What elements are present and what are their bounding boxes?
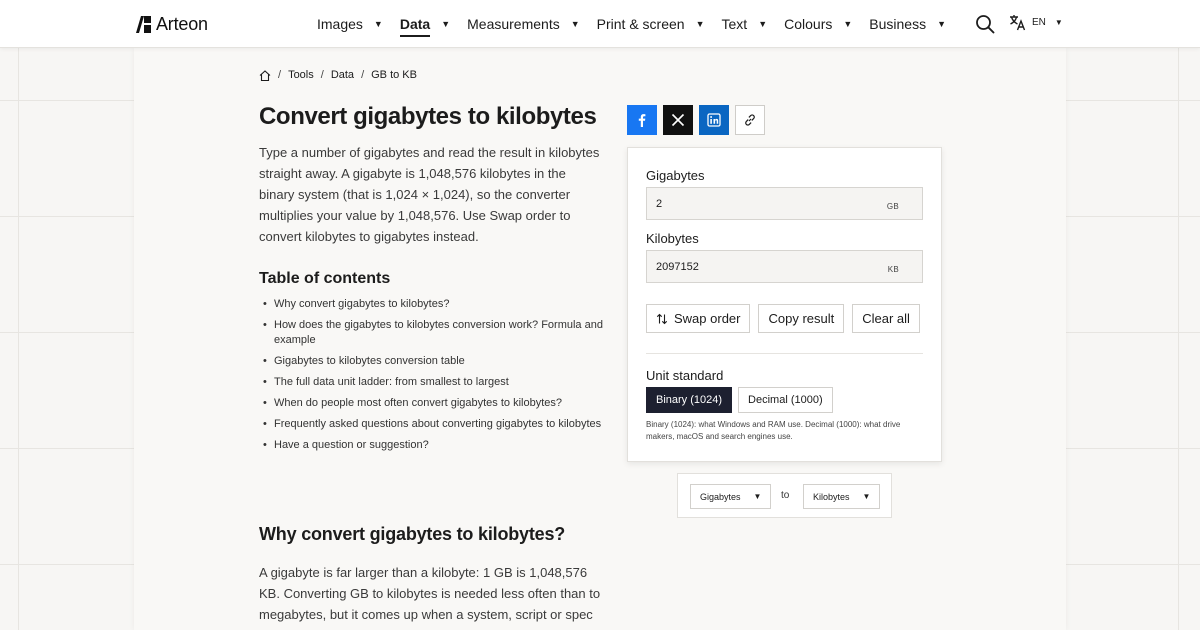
linkedin-icon — [707, 113, 721, 127]
kilobytes-input[interactable] — [647, 251, 877, 282]
share-x-button[interactable] — [663, 105, 693, 135]
toc-link[interactable]: When do people most often convert gigaby… — [263, 396, 604, 411]
nav-label: Images — [317, 16, 363, 32]
share-linkedin-button[interactable] — [699, 105, 729, 135]
breadcrumb-current: GB to KB — [371, 69, 417, 81]
gigabytes-unit: GB — [886, 202, 899, 211]
toc-link[interactable]: Frequently asked questions about convert… — [263, 417, 604, 432]
nav-item-data[interactable]: Data ▼ — [399, 0, 451, 48]
nav-label: Business — [869, 16, 927, 32]
breadcrumb-separator: / — [278, 69, 282, 81]
from-unit-value: Gigabytes — [700, 491, 741, 502]
swap-order-label: Swap order — [674, 311, 741, 326]
nav-item-business[interactable]: Business ▼ — [869, 0, 946, 48]
kilobytes-label: Kilobytes — [646, 231, 699, 246]
toc-link[interactable]: Have a question or suggestion? — [263, 438, 604, 453]
search-icon[interactable] — [975, 14, 995, 34]
breadcrumb-data[interactable]: Data — [331, 69, 354, 81]
caret-down-icon: ▼ — [758, 19, 768, 29]
converter-card: Gigabytes GB Kilobytes KB Swap order Cop… — [627, 147, 942, 462]
decimal-standard-button[interactable]: Decimal (1000) — [738, 387, 833, 413]
x-icon — [671, 113, 685, 127]
divider — [646, 353, 923, 354]
nav-label: Measurements — [467, 16, 560, 32]
caret-down-icon: ▼ — [843, 19, 853, 29]
toc-title: Table of contents — [259, 270, 391, 287]
toc-link[interactable]: The full data unit ladder: from smallest… — [263, 375, 604, 390]
unit-picker: Gigabytes ▼ to Kilobytes ▼ — [677, 473, 892, 518]
intro-paragraph: Type a number of gigabytes and read the … — [259, 145, 600, 244]
top-navigation-bar: Arteon Images ▼ Data ▼ Measurements ▼ Pr… — [0, 0, 1200, 48]
table-of-contents: Why convert gigabytes to kilobytes? How … — [263, 297, 604, 459]
brand-logo[interactable]: Arteon — [136, 14, 208, 35]
swap-order-button[interactable]: Swap order — [646, 304, 751, 333]
home-icon[interactable] — [259, 69, 271, 81]
caret-down-icon: ▼ — [1054, 18, 1063, 27]
kilobytes-field[interactable]: KB — [646, 250, 923, 283]
nav-label: Data — [399, 16, 431, 37]
converter-actions: Swap order Copy result Clear all — [646, 304, 920, 333]
nav-label: Colours — [784, 16, 833, 32]
brand-name: Arteon — [156, 14, 208, 34]
share-buttons — [627, 105, 765, 135]
toc-link[interactable]: How does the gigabytes to kilobytes conv… — [263, 318, 604, 348]
nav-label: Print & screen — [596, 16, 685, 32]
language-selector[interactable]: EN ▼ — [1009, 14, 1063, 31]
breadcrumb-separator: / — [320, 69, 324, 81]
caret-down-icon: ▼ — [441, 19, 451, 29]
kilobytes-unit: KB — [887, 265, 899, 274]
caret-down-icon: ▼ — [753, 492, 762, 501]
nav-item-images[interactable]: Images ▼ — [317, 0, 383, 48]
unit-standard-label: Unit standard — [646, 368, 724, 383]
caret-down-icon: ▼ — [695, 19, 705, 29]
arteon-logo-icon — [136, 16, 151, 33]
nav-item-print-screen[interactable]: Print & screen ▼ — [597, 0, 705, 48]
to-label: to — [781, 490, 790, 501]
section-heading: Why convert gigabytes to kilobytes? — [259, 524, 566, 544]
unit-standard-toggle: Binary (1024) Decimal (1000) — [646, 387, 833, 413]
caret-down-icon: ▼ — [373, 19, 383, 29]
nav-item-text[interactable]: Text ▼ — [722, 0, 768, 48]
gigabytes-field[interactable]: GB — [646, 187, 923, 220]
nav-item-colours[interactable]: Colours ▼ — [784, 0, 852, 48]
swap-icon — [656, 313, 668, 324]
translate-icon — [1010, 15, 1026, 31]
binary-standard-button[interactable]: Binary (1024) — [646, 387, 733, 413]
from-unit-select[interactable]: Gigabytes ▼ — [690, 484, 772, 509]
main-content: / Tools / Data / GB to KB Convert gigaby… — [134, 48, 1066, 630]
page-title: Convert gigabytes to kilobytes — [259, 103, 597, 130]
copy-result-button[interactable]: Copy result — [758, 304, 845, 333]
facebook-icon — [638, 114, 646, 127]
gigabytes-input[interactable] — [647, 188, 877, 219]
unit-standard-note: Binary (1024): what Windows and RAM use.… — [646, 420, 901, 441]
copy-link-button[interactable] — [735, 105, 765, 135]
toc-link[interactable]: Gigabytes to kilobytes conversion table — [263, 354, 604, 369]
main-nav: Images ▼ Data ▼ Measurements ▼ Print & s… — [317, 0, 963, 48]
toc-link[interactable]: Why convert gigabytes to kilobytes? — [263, 297, 604, 312]
caret-down-icon: ▼ — [862, 492, 871, 501]
gigabytes-label: Gigabytes — [646, 168, 705, 183]
breadcrumb: / Tools / Data / GB to KB — [259, 69, 417, 81]
nav-item-measurements[interactable]: Measurements ▼ — [467, 0, 580, 48]
caret-down-icon: ▼ — [570, 19, 580, 29]
caret-down-icon: ▼ — [937, 19, 947, 29]
section-paragraph: A gigabyte is far larger than a kilobyte… — [259, 565, 601, 622]
to-unit-select[interactable]: Kilobytes ▼ — [803, 484, 881, 509]
breadcrumb-tools[interactable]: Tools — [288, 69, 314, 81]
language-code: EN — [1032, 17, 1046, 28]
to-unit-value: Kilobytes — [813, 491, 850, 502]
nav-label: Text — [721, 16, 748, 32]
breadcrumb-separator: / — [361, 69, 365, 81]
clear-all-button[interactable]: Clear all — [852, 304, 920, 333]
link-icon — [745, 114, 755, 126]
share-facebook-button[interactable] — [627, 105, 657, 135]
